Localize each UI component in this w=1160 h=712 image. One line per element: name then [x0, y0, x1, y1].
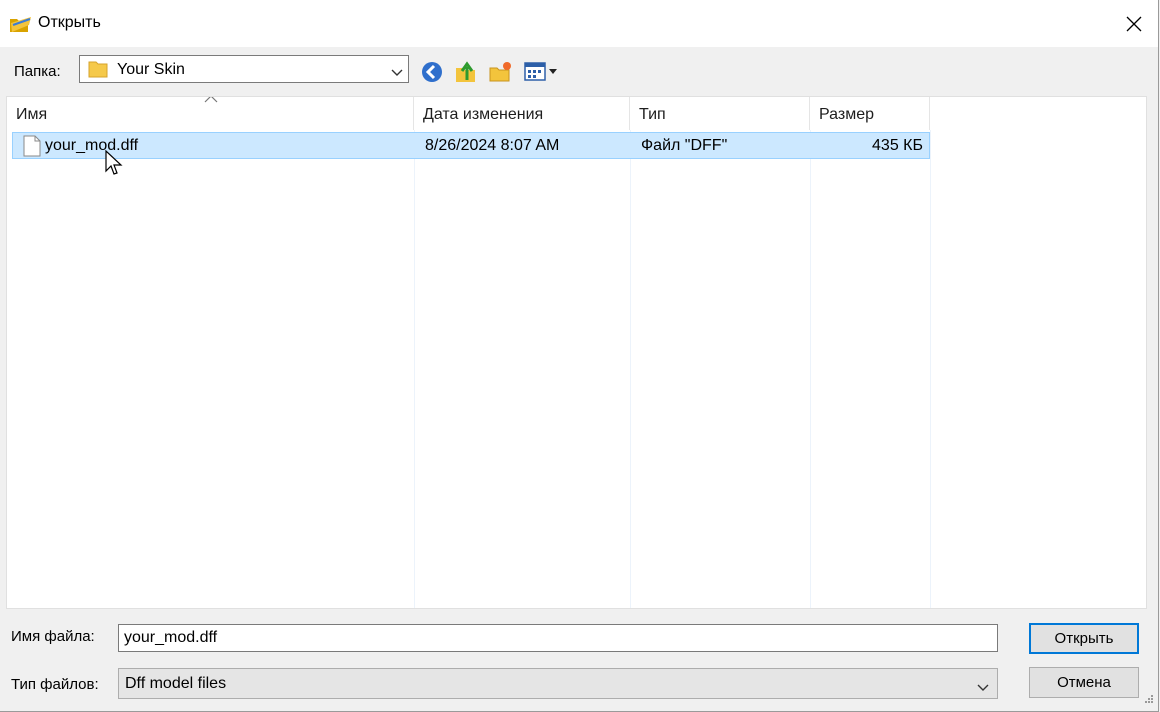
folder-toolbar: Папка: Your Skin — [0, 47, 1158, 95]
column-header-size-label: Размер — [819, 106, 874, 123]
file-list[interactable]: Имя Дата изменения Тип Размер your_mod.d… — [6, 96, 1147, 609]
close-button[interactable] — [1116, 6, 1152, 42]
view-menu-button[interactable] — [524, 60, 564, 84]
file-options: Имя файла: your_mod.dff Тип файлов: Dff … — [0, 612, 1158, 712]
back-button[interactable] — [420, 60, 444, 84]
title-bar: Открыть — [0, 0, 1158, 47]
column-divider — [930, 130, 931, 608]
view-menu-icon — [524, 62, 557, 81]
folder-label: Папка: — [14, 63, 61, 80]
up-folder-icon — [456, 61, 475, 82]
mouse-cursor-icon — [105, 149, 125, 182]
open-button[interactable]: Открыть — [1029, 623, 1139, 654]
file-icon — [23, 135, 41, 161]
new-folder-icon — [489, 62, 511, 82]
filetype-value: Dff model files — [125, 675, 227, 692]
filetype-label: Тип файлов: — [11, 676, 99, 693]
column-divider — [810, 130, 811, 608]
window-title: Открыть — [38, 14, 101, 31]
folder-icon — [88, 59, 108, 83]
app-icon — [9, 13, 33, 33]
open-file-dialog: Открыть Папка: Your Skin Имя Дата измене… — [0, 0, 1159, 712]
file-type: Файл "DFF" — [641, 137, 728, 154]
column-header-type-label: Тип — [639, 106, 666, 123]
column-header-modified-label: Дата изменения — [423, 106, 544, 123]
sort-up-icon — [204, 97, 218, 109]
close-icon — [1126, 16, 1142, 32]
cancel-button[interactable]: Отмена — [1029, 667, 1139, 698]
folder-select[interactable]: Your Skin — [79, 55, 409, 83]
column-header-size[interactable]: Размер — [810, 97, 930, 130]
folder-name: Your Skin — [117, 61, 185, 78]
filename-label: Имя файла: — [11, 628, 95, 645]
file-size: 435 КБ — [872, 137, 923, 154]
column-header-type[interactable]: Тип — [630, 97, 810, 130]
column-divider — [630, 130, 631, 608]
back-icon — [422, 62, 442, 82]
chevron-down-icon — [977, 679, 989, 697]
column-header-name-label: Имя — [16, 106, 48, 123]
chevron-down-icon[interactable] — [391, 64, 403, 81]
resize-grip-icon[interactable] — [1144, 691, 1154, 708]
column-divider — [414, 130, 415, 608]
new-folder-button[interactable] — [489, 60, 513, 84]
file-modified: 8/26/2024 8:07 AM — [425, 137, 560, 154]
up-folder-button[interactable] — [454, 60, 478, 84]
column-header-modified[interactable]: Дата изменения — [414, 97, 630, 130]
filename-input[interactable]: your_mod.dff — [118, 624, 998, 652]
column-header-name[interactable]: Имя — [7, 97, 414, 130]
file-row-selected[interactable]: your_mod.dff 8/26/2024 8:07 AM Файл "DFF… — [12, 132, 930, 159]
filetype-select[interactable]: Dff model files — [118, 668, 998, 699]
